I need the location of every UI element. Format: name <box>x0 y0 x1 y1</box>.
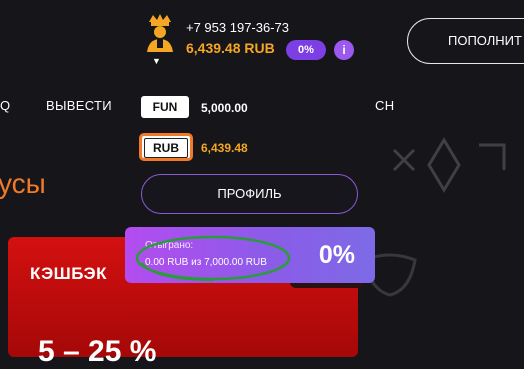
nav-item-fragment-right[interactable]: СН <box>375 98 394 113</box>
currency-rub-button[interactable]: RUB <box>139 133 193 161</box>
info-icon[interactable]: i <box>334 40 354 60</box>
wager-percent: 0% <box>318 241 355 269</box>
currency-fun-amount: 5,000.00 <box>201 101 248 115</box>
currency-rub-amount: 6,439.48 <box>201 141 248 155</box>
nav-item-withdraw[interactable]: ВЫВЕСТИ <box>46 98 112 113</box>
cashback-title: КЭШБЭК <box>30 264 108 283</box>
currency-rub-label: RUB <box>144 138 188 158</box>
nav-item-fragment-left[interactable]: Q <box>0 98 10 113</box>
profile-button[interactable]: ПРОФИЛЬ <box>141 174 358 214</box>
chevron-down-icon[interactable]: ▼ <box>152 56 161 66</box>
annotation-circle <box>135 235 291 281</box>
wager-percent-badge: 0% <box>286 40 326 60</box>
user-balance: 6,439.48 RUB <box>186 40 275 56</box>
bonuses-heading: усы <box>0 168 46 199</box>
user-phone: +7 953 197-36-73 <box>186 20 290 35</box>
currency-fun-button[interactable]: FUN <box>141 96 189 118</box>
topup-button[interactable]: ПОПОЛНИТ <box>407 18 524 64</box>
decor-swords-icon <box>392 137 506 193</box>
cashback-value: 5 – 25 % <box>38 335 157 368</box>
avatar-king-icon[interactable] <box>143 12 177 52</box>
